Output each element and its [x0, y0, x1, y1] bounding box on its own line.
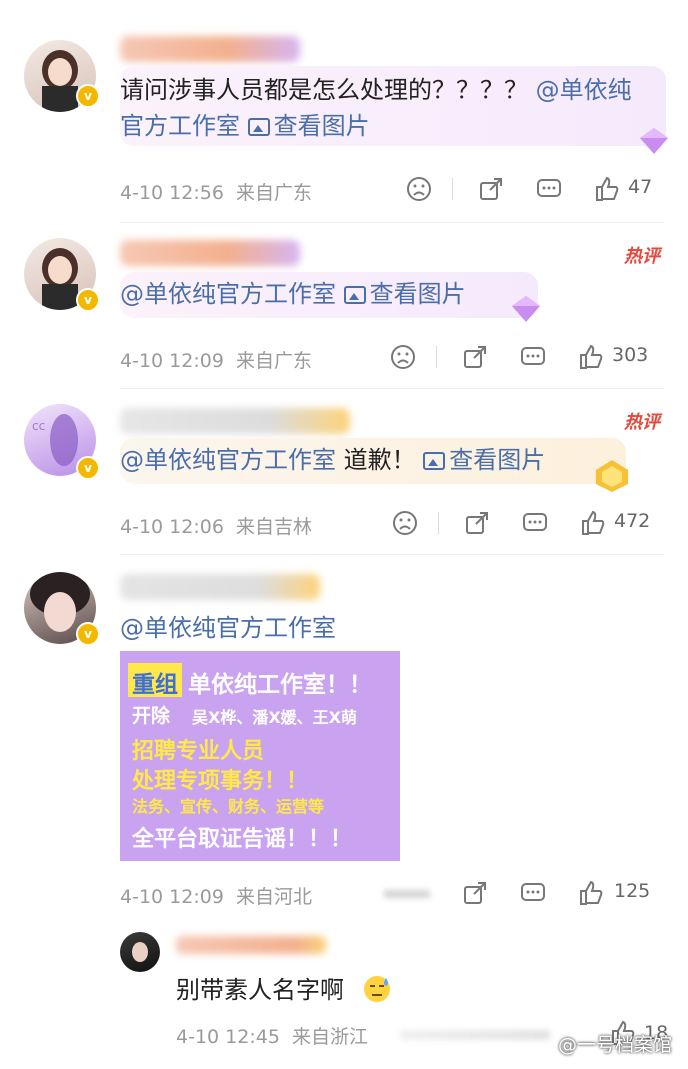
previous-item-cutoff: [0, 0, 688, 18]
like-count: 125: [614, 880, 651, 902]
comment-icon[interactable]: [522, 510, 548, 536]
sweat-emoji-icon: [363, 976, 390, 1002]
dislike-face-icon[interactable]: [406, 176, 432, 202]
gold-badge-icon: [596, 460, 628, 492]
view-image-link[interactable]: 查看图片: [343, 280, 466, 308]
mention-link[interactable]: @单依纯官方工作室: [120, 614, 336, 642]
promo-text: 单依纯工作室！！: [188, 672, 372, 698]
image-icon: [343, 286, 366, 304]
comment-text: @单依纯官方工作室 道歉！ 查看图片: [120, 446, 546, 474]
hot-comment-badge: 热评: [624, 246, 660, 267]
verified-badge-icon: v: [76, 622, 100, 646]
like-icon[interactable]: [594, 176, 620, 202]
like-icon[interactable]: [578, 880, 604, 906]
like-count: 472: [614, 510, 651, 532]
comment-meta: 4-10 12:09 来自广东: [120, 350, 313, 372]
avatar[interactable]: [120, 932, 160, 972]
reply-text: 别带素人名字啊: [176, 970, 392, 1005]
blurred-mark: [400, 1030, 550, 1040]
promo-text: 法务、宣传、财务、运营等: [132, 797, 325, 816]
promo-text: 处理专项事务！！: [132, 769, 309, 794]
share-icon[interactable]: [464, 510, 490, 536]
avatar-photo-icon: [132, 942, 148, 962]
watermark: @一号档案馆: [557, 1034, 672, 1056]
username-blurred[interactable]: [120, 574, 320, 600]
comment-text: @单依纯官方工作室 查看图片: [120, 276, 560, 312]
attached-image[interactable]: 重组 单依纯工作室！！ 开除 吴X桦、潘X媛、王X萌 招聘专业人员 处理专项事务…: [120, 651, 400, 861]
dislike-face-icon[interactable]: [392, 510, 418, 536]
share-icon[interactable]: [478, 176, 504, 202]
comment-actions: 303: [390, 344, 666, 374]
verified-badge-icon: v: [76, 288, 100, 312]
comment-actions: 472: [392, 510, 666, 540]
comment-text: @单依纯官方工作室: [120, 610, 520, 646]
svg-text:cc: cc: [32, 419, 45, 433]
like-count: 303: [612, 344, 649, 366]
divider: [452, 178, 453, 200]
share-icon[interactable]: [462, 344, 488, 370]
promo-tag: 开除: [132, 705, 171, 727]
promo-text: 吴X桦、潘X媛、王X萌: [192, 708, 358, 727]
divider: [438, 512, 439, 534]
promo-text: 招聘专业人员: [132, 739, 265, 764]
share-icon[interactable]: [462, 880, 488, 906]
hot-comment-badge: 热评: [624, 412, 660, 433]
comment-divider: [120, 554, 664, 555]
username-blurred[interactable]: [120, 408, 350, 434]
comment-actions: 47: [406, 176, 666, 206]
image-icon: [423, 452, 446, 470]
comment-meta: 4-10 12:09 来自河北: [120, 886, 313, 908]
comment-divider: [120, 222, 664, 223]
like-count: 47: [628, 176, 653, 198]
verified-badge-icon: v: [76, 84, 100, 108]
comment-icon[interactable]: [536, 176, 562, 202]
username-blurred[interactable]: [176, 936, 326, 954]
divider: [436, 346, 437, 368]
comment-icon[interactable]: [520, 880, 546, 906]
promo-tag: 重组: [132, 672, 178, 698]
comment-text: 请问涉事人员都是怎么处理的？？？？ @单依纯官方工作室 查看图片: [120, 76, 632, 140]
comment-icon[interactable]: [520, 344, 546, 370]
view-image-link[interactable]: 查看图片: [423, 446, 545, 474]
comment-divider: [120, 388, 664, 389]
view-image-link[interactable]: 查看图片: [247, 112, 370, 140]
comment-meta: 4-10 12:06 来自吉林: [120, 516, 313, 538]
verified-badge-icon: v: [76, 456, 100, 480]
mention-link[interactable]: @单依纯官方工作室: [120, 446, 336, 474]
dislike-face-icon[interactable]: [390, 344, 416, 370]
like-icon[interactable]: [580, 510, 606, 536]
like-icon[interactable]: [578, 344, 604, 370]
blurred-mark: [384, 890, 430, 898]
image-icon: [247, 118, 270, 136]
promo-text: 全平台取证告谣！！！: [132, 827, 353, 852]
comment-meta: 4-10 12:56 来自广东: [120, 182, 313, 204]
reply-meta: 4-10 12:45 来自浙江: [176, 1026, 369, 1048]
diamond-badge-icon: [512, 296, 540, 322]
username-blurred[interactable]: [120, 36, 300, 62]
mention-link[interactable]: @单依纯官方工作室: [120, 280, 336, 308]
diamond-badge-icon: [640, 128, 668, 154]
comment-actions: 125: [460, 880, 666, 910]
username-blurred[interactable]: [120, 240, 300, 266]
